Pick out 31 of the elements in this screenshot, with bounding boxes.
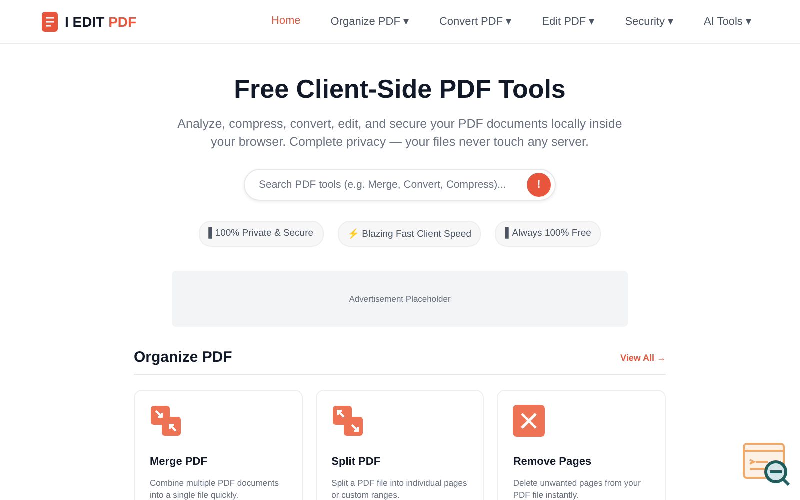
nav-link[interactable]: AI Tools ▾ bbox=[704, 15, 752, 28]
close-icon bbox=[513, 405, 546, 437]
feature-badge: ▌100% Private & Secure bbox=[198, 221, 324, 247]
card-title: Merge PDF bbox=[150, 456, 208, 468]
nav-link[interactable]: Security ▾ bbox=[625, 15, 674, 28]
card-title: Split PDF bbox=[332, 456, 382, 468]
hero-title: Free Client-Side PDF Tools bbox=[234, 74, 566, 105]
logo-text: I EDIT PDF bbox=[65, 14, 137, 30]
search-button[interactable]: ! bbox=[527, 173, 551, 197]
tool-card[interactable]: Remove Pages Delete unwanted pages from your PDF file instantly. bbox=[497, 390, 666, 500]
nav-link[interactable]: Edit PDF ▾ bbox=[542, 15, 596, 28]
split-icon bbox=[332, 405, 364, 437]
nav-link[interactable]: Organize PDF ▾ bbox=[330, 15, 410, 28]
merge-icon bbox=[150, 405, 182, 437]
section-title: Organize PDF bbox=[134, 349, 232, 366]
card-description: Combine multiple PDF documents into a single file quickly. bbox=[150, 477, 280, 500]
card-description: Delete unwanted pages from your PDF file instantly. bbox=[513, 477, 642, 500]
tool-card[interactable]: Merge PDF Combine multiple PDF documents into a single file quickly. bbox=[134, 390, 303, 500]
card-description: Split a PDF file into individual pages or custom ranges. bbox=[332, 477, 468, 500]
feature-badge: ⚡ Blazing Fast Client Speed bbox=[338, 221, 482, 247]
card-title: Remove Pages bbox=[513, 456, 593, 468]
nav-link[interactable]: Home bbox=[271, 15, 301, 28]
feature-badge: ▌Always 100% Free bbox=[495, 221, 602, 247]
ad-label: Advertisement Placeholder bbox=[349, 294, 451, 304]
view-all-link[interactable]: View All → bbox=[620, 352, 666, 362]
search-window-icon[interactable] bbox=[742, 442, 792, 488]
search-field[interactable]: Search PDF tools (e.g. Merge, Convert, Compress)... ! bbox=[244, 169, 556, 201]
document-icon bbox=[42, 12, 58, 32]
hero-subtitle: Analyze, compress, convert, edit, and secure your PDF documents locally inside your browser. Complete privacy — your files never touch any server. bbox=[176, 116, 624, 151]
tool-card[interactable]: Split PDF Split a PDF file into individual pages or custom ranges. bbox=[316, 390, 484, 500]
nav-link[interactable]: Convert PDF ▾ bbox=[439, 15, 512, 28]
